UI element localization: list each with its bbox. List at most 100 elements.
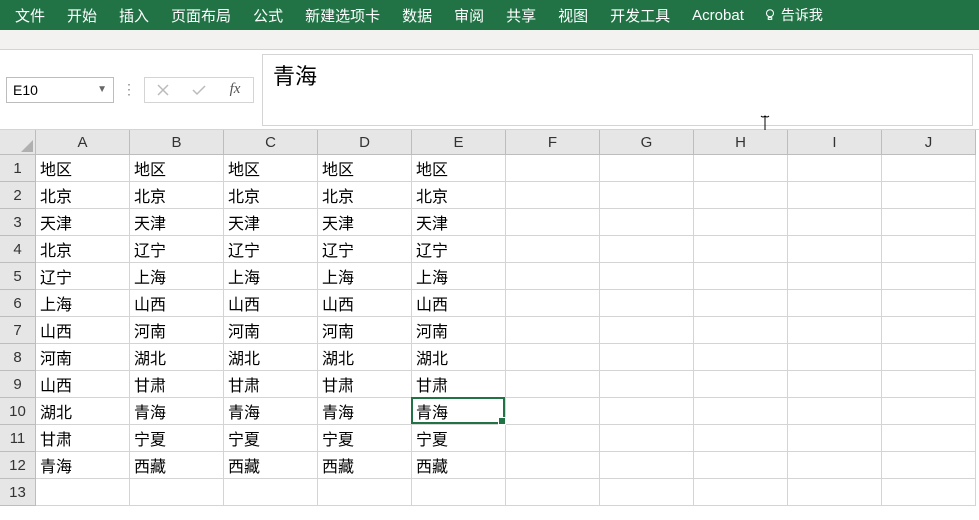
cell[interactable] xyxy=(600,290,694,317)
cell[interactable] xyxy=(882,263,976,290)
cell[interactable]: 地区 xyxy=(130,155,224,182)
column-header-D[interactable]: D xyxy=(318,130,412,155)
cell[interactable]: 北京 xyxy=(412,182,506,209)
cell[interactable]: 青海 xyxy=(318,398,412,425)
row-header-11[interactable]: 11 xyxy=(0,425,36,452)
confirm-formula-button[interactable] xyxy=(181,78,217,102)
cell[interactable] xyxy=(694,344,788,371)
cell[interactable]: 辽宁 xyxy=(318,236,412,263)
row-header-12[interactable]: 12 xyxy=(0,452,36,479)
cell[interactable] xyxy=(506,317,600,344)
cell[interactable]: 甘肃 xyxy=(412,371,506,398)
cell[interactable]: 辽宁 xyxy=(130,236,224,263)
cell[interactable] xyxy=(694,452,788,479)
cell[interactable] xyxy=(882,236,976,263)
cell[interactable]: 甘肃 xyxy=(224,371,318,398)
cell[interactable] xyxy=(506,236,600,263)
cell[interactable]: 上海 xyxy=(318,263,412,290)
cell[interactable]: 地区 xyxy=(224,155,318,182)
cell[interactable] xyxy=(318,479,412,506)
cell[interactable] xyxy=(788,317,882,344)
name-box[interactable]: E10 ▼ xyxy=(6,77,114,103)
cell[interactable]: 西藏 xyxy=(412,452,506,479)
cell[interactable]: 西藏 xyxy=(130,452,224,479)
cell[interactable] xyxy=(506,290,600,317)
cell[interactable] xyxy=(882,209,976,236)
cell[interactable] xyxy=(694,317,788,344)
cell[interactable]: 河南 xyxy=(36,344,130,371)
cell[interactable]: 上海 xyxy=(412,263,506,290)
cell[interactable] xyxy=(694,155,788,182)
formula-bar-handle[interactable]: ⋮ xyxy=(114,81,144,98)
cell[interactable]: 山西 xyxy=(224,290,318,317)
cell[interactable]: 天津 xyxy=(318,209,412,236)
cell[interactable] xyxy=(694,236,788,263)
cell[interactable] xyxy=(600,452,694,479)
cell[interactable]: 山西 xyxy=(412,290,506,317)
cell[interactable] xyxy=(882,452,976,479)
column-header-G[interactable]: G xyxy=(600,130,694,155)
cell[interactable] xyxy=(36,479,130,506)
cell[interactable]: 天津 xyxy=(130,209,224,236)
cell[interactable] xyxy=(600,344,694,371)
tab-acrobat[interactable]: Acrobat xyxy=(681,0,755,30)
cell[interactable]: 北京 xyxy=(36,182,130,209)
cell[interactable] xyxy=(788,452,882,479)
cell[interactable]: 上海 xyxy=(224,263,318,290)
tab-view[interactable]: 视图 xyxy=(547,0,599,30)
cell[interactable]: 河南 xyxy=(318,317,412,344)
row-header-13[interactable]: 13 xyxy=(0,479,36,506)
cell[interactable] xyxy=(506,371,600,398)
cell[interactable] xyxy=(506,209,600,236)
row-header-5[interactable]: 5 xyxy=(0,263,36,290)
cell[interactable] xyxy=(600,182,694,209)
cell[interactable] xyxy=(506,398,600,425)
cell[interactable]: 青海 xyxy=(130,398,224,425)
cell[interactable]: 山西 xyxy=(130,290,224,317)
cell[interactable]: 湖北 xyxy=(224,344,318,371)
cell[interactable]: 辽宁 xyxy=(36,263,130,290)
cell[interactable] xyxy=(882,317,976,344)
cell[interactable]: 河南 xyxy=(224,317,318,344)
cell[interactable] xyxy=(882,398,976,425)
cell[interactable]: 上海 xyxy=(130,263,224,290)
cell[interactable]: 宁夏 xyxy=(412,425,506,452)
cell[interactable] xyxy=(694,425,788,452)
column-header-J[interactable]: J xyxy=(882,130,976,155)
cell[interactable]: 天津 xyxy=(412,209,506,236)
cell[interactable]: 宁夏 xyxy=(318,425,412,452)
cell[interactable]: 北京 xyxy=(318,182,412,209)
cell[interactable]: 山西 xyxy=(36,317,130,344)
cell[interactable] xyxy=(882,155,976,182)
formula-input[interactable]: 青海 xyxy=(262,54,973,126)
cell[interactable] xyxy=(130,479,224,506)
cell[interactable] xyxy=(694,479,788,506)
tab-formulas[interactable]: 公式 xyxy=(242,0,294,30)
cell[interactable]: 宁夏 xyxy=(224,425,318,452)
cell[interactable] xyxy=(506,344,600,371)
cell[interactable]: 山西 xyxy=(36,371,130,398)
cell[interactable] xyxy=(882,290,976,317)
cell[interactable] xyxy=(412,479,506,506)
cell[interactable] xyxy=(882,425,976,452)
cell[interactable]: 河南 xyxy=(412,317,506,344)
tab-insert[interactable]: 插入 xyxy=(108,0,160,30)
column-header-B[interactable]: B xyxy=(130,130,224,155)
cell[interactable]: 辽宁 xyxy=(412,236,506,263)
column-header-A[interactable]: A xyxy=(36,130,130,155)
row-header-8[interactable]: 8 xyxy=(0,344,36,371)
cell[interactable] xyxy=(506,155,600,182)
cell[interactable]: 青海 xyxy=(36,452,130,479)
row-header-1[interactable]: 1 xyxy=(0,155,36,182)
cell[interactable] xyxy=(506,182,600,209)
cell[interactable] xyxy=(882,182,976,209)
tab-developer[interactable]: 开发工具 xyxy=(599,0,681,30)
cell[interactable] xyxy=(788,398,882,425)
cell[interactable] xyxy=(788,263,882,290)
cell[interactable]: 北京 xyxy=(36,236,130,263)
cell[interactable]: 地区 xyxy=(36,155,130,182)
cancel-formula-button[interactable] xyxy=(145,78,181,102)
cell[interactable] xyxy=(694,371,788,398)
cell[interactable]: 辽宁 xyxy=(224,236,318,263)
cell[interactable]: 天津 xyxy=(224,209,318,236)
